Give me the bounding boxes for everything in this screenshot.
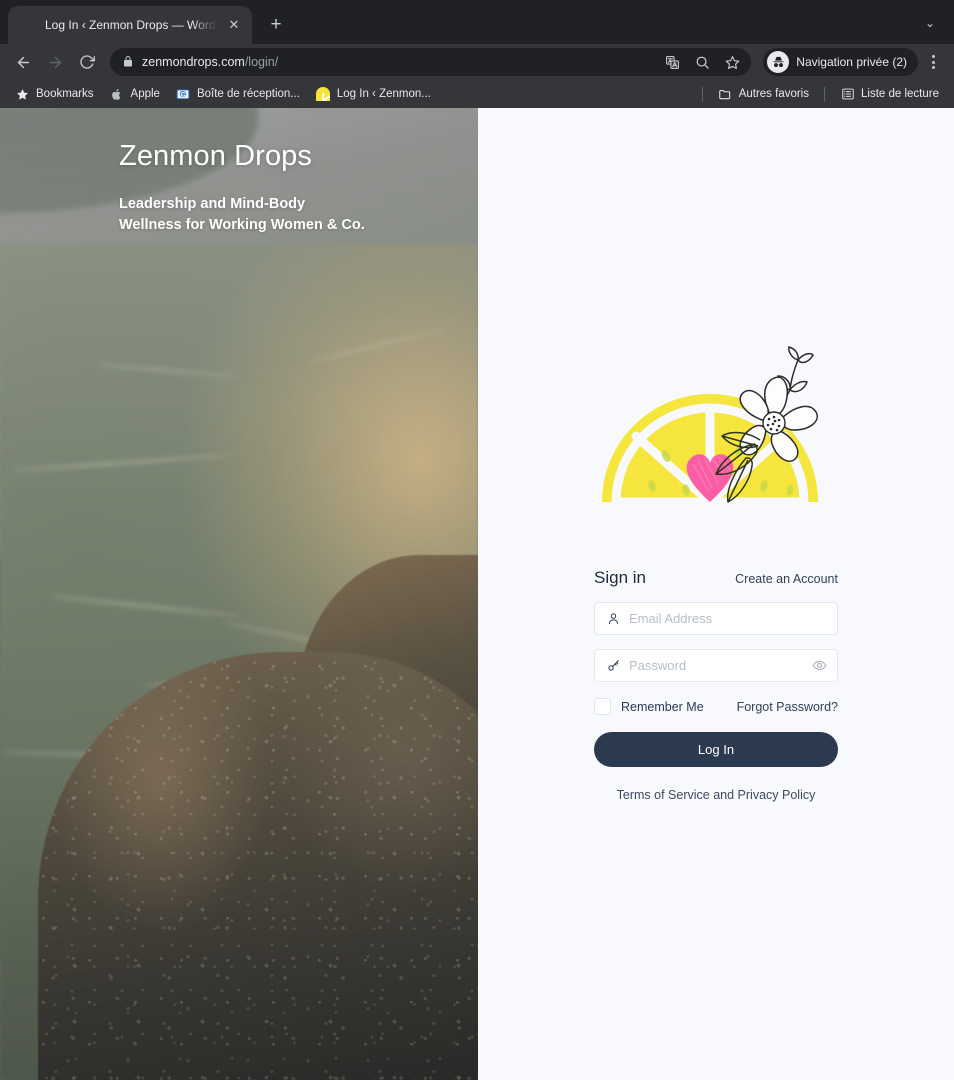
reading-list-icon	[840, 87, 855, 102]
checkbox-box[interactable]	[594, 698, 611, 715]
bookmark-label: Bookmarks	[36, 88, 94, 100]
user-icon	[606, 612, 620, 626]
terms-of-service-link[interactable]: Terms of Service	[617, 788, 710, 802]
hero-tagline: Leadership and Mind-Body Wellness for Wo…	[119, 196, 365, 233]
profile-label: Navigation privée (2)	[796, 55, 907, 69]
key-icon	[606, 659, 620, 673]
folder-icon	[718, 87, 733, 102]
bookmark-item-reading-list[interactable]: Liste de lecture	[833, 84, 946, 105]
forgot-password-link[interactable]: Forgot Password?	[737, 700, 838, 714]
translate-icon[interactable]	[661, 51, 683, 73]
url-text: zenmondrops.com/login/	[142, 55, 653, 69]
hero-panel: Zenmon Drops Leadership and Mind-Body We…	[0, 108, 478, 1080]
remember-me-checkbox[interactable]: Remember Me	[594, 698, 704, 715]
hero-text-block: Zenmon Drops Leadership and Mind-Body We…	[119, 140, 369, 235]
bookmark-item-apple[interactable]: Apple	[103, 84, 167, 105]
email-field[interactable]	[594, 602, 838, 635]
lemon-favicon	[20, 17, 36, 33]
profile-incognito-button[interactable]: Navigation privée (2)	[763, 48, 918, 76]
bookmark-label: Log In ‹ Zenmon...	[336, 88, 431, 100]
hero-background-photo	[0, 108, 478, 1080]
bookmark-star-icon[interactable]	[721, 51, 743, 73]
forward-button[interactable]	[40, 47, 70, 77]
login-form: Sign in Create an Account Email Address …	[594, 568, 838, 802]
hero-overlay	[0, 108, 478, 1080]
mail-icon	[176, 87, 191, 102]
bookmark-item-inbox[interactable]: Boîte de réception...	[169, 84, 307, 105]
email-input[interactable]	[629, 611, 828, 626]
zoom-search-icon[interactable]	[691, 51, 713, 73]
legal-conjunction: and	[709, 788, 738, 802]
bookmark-label: Autres favoris	[738, 88, 809, 100]
privacy-policy-link[interactable]: Privacy Policy	[738, 788, 816, 802]
incognito-icon	[767, 51, 790, 73]
browser-toolbar: zenmondrops.com/login/ Navigation privée…	[0, 44, 954, 80]
new-tab-button[interactable]: +	[262, 11, 290, 39]
bookmark-item-bookmarks[interactable]: Bookmarks	[8, 84, 101, 105]
tab-title: Log In ‹ Zenmon Drops — Word	[45, 18, 216, 32]
reload-button[interactable]	[72, 47, 102, 77]
bookmark-label: Boîte de réception...	[196, 88, 300, 100]
eye-icon[interactable]	[810, 657, 828, 675]
apple-icon	[110, 87, 125, 102]
bookmark-item-zenmon[interactable]: Log In ‹ Zenmon...	[309, 84, 438, 105]
password-field[interactable]	[594, 649, 838, 682]
bookmark-label: Apple	[130, 88, 160, 100]
form-options-row: Remember Me Forgot Password?	[594, 698, 838, 715]
password-input[interactable]	[629, 658, 801, 673]
tab-strip: Log In ‹ Zenmon Drops — Word ✕ + ⌄	[0, 0, 954, 44]
legal-links: Terms of Service and Privacy Policy	[594, 788, 838, 802]
browser-tab[interactable]: Log In ‹ Zenmon Drops — Word ✕	[8, 6, 252, 44]
brand-logo	[594, 340, 838, 510]
lock-icon	[122, 55, 134, 69]
close-icon[interactable]: ✕	[226, 17, 242, 33]
bookmark-label: Liste de lecture	[861, 88, 939, 100]
star-icon	[15, 87, 30, 102]
url-domain: zenmondrops.com	[142, 55, 245, 69]
address-bar[interactable]: zenmondrops.com/login/	[110, 48, 752, 76]
divider	[824, 86, 825, 102]
browser-window: Log In ‹ Zenmon Drops — Word ✕ + ⌄ zenmo…	[0, 0, 954, 1080]
remember-me-label: Remember Me	[621, 699, 704, 714]
bookmarks-bar: Bookmarks Apple Boîte de réception... Lo…	[0, 80, 954, 108]
divider	[701, 86, 703, 102]
hero-title: Zenmon Drops	[119, 140, 312, 172]
page-content: Zenmon Drops Leadership and Mind-Body We…	[0, 108, 954, 1080]
kebab-menu-icon[interactable]	[920, 49, 946, 75]
login-button[interactable]: Log In	[594, 732, 838, 767]
form-header: Sign in Create an Account	[594, 568, 838, 588]
back-button[interactable]	[8, 47, 38, 77]
page-title: Sign in	[594, 568, 646, 587]
chevron-down-icon[interactable]: ⌄	[916, 10, 944, 38]
login-panel: Sign in Create an Account Email Address …	[478, 108, 954, 1080]
bookmark-item-other-favorites[interactable]: Autres favoris	[711, 84, 816, 105]
url-path: /login/	[244, 55, 279, 69]
lemon-favicon	[316, 87, 331, 102]
create-account-link[interactable]: Create an Account	[735, 572, 838, 586]
